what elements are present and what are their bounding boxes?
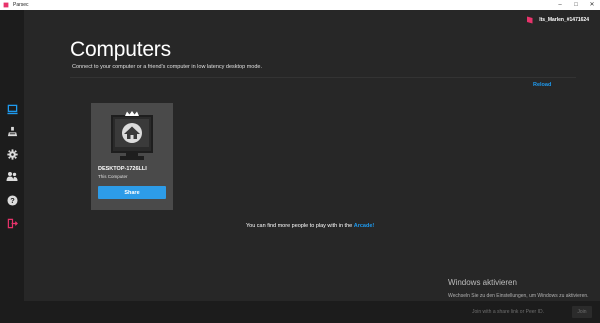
svg-text:?: ? <box>10 195 15 204</box>
logout-icon <box>7 218 18 228</box>
computer-icon <box>6 104 18 114</box>
sidebar-item-logout[interactable] <box>4 215 20 231</box>
page-title: Computers <box>70 38 171 61</box>
avatar <box>527 16 533 24</box>
sidebar-item-settings[interactable] <box>4 146 20 162</box>
close-icon[interactable]: ✕ <box>584 0 600 10</box>
computer-name: DESKTOP-1726LLI <box>98 166 147 172</box>
user-menu[interactable]: Its_Marlen_#1471624 <box>526 16 589 24</box>
arcade-note-text: You can find more people to play with in… <box>246 223 354 229</box>
username: Its_Marlen_#1471624 <box>539 17 589 23</box>
window-controls: – □ ✕ <box>552 0 600 10</box>
share-button[interactable]: Share <box>98 186 166 199</box>
page-subtitle: Connect to your computer or a friend's c… <box>72 64 262 70</box>
computer-status: This Computer <box>98 174 128 179</box>
join-bar: Join <box>24 301 600 323</box>
arcade-note: You can find more people to play with in… <box>246 223 374 229</box>
gear-icon <box>6 148 18 160</box>
maximize-icon[interactable]: □ <box>568 0 584 10</box>
windows-activation-title: Windows aktivieren <box>448 278 517 287</box>
reload-button[interactable]: Reload <box>533 82 551 88</box>
main-content: Its_Marlen_#1471624 Computers Connect to… <box>24 10 600 323</box>
computer-card: DESKTOP-1726LLI This Computer Share <box>91 103 173 210</box>
window-title: Parsec <box>13 2 29 8</box>
sidebar: ? <box>0 10 24 323</box>
join-input[interactable] <box>448 306 568 318</box>
parsec-logo-icon <box>3 2 9 8</box>
sidebar-item-computers[interactable] <box>4 101 20 117</box>
arcade-icon <box>7 126 17 136</box>
join-button[interactable]: Join <box>572 306 592 318</box>
sidebar-item-arcade[interactable] <box>4 123 20 139</box>
sidebar-item-friends[interactable] <box>4 168 20 184</box>
sidebar-item-help[interactable]: ? <box>4 192 20 208</box>
window-titlebar: Parsec – □ ✕ <box>0 0 600 10</box>
arcade-link[interactable]: Arcade! <box>354 223 374 229</box>
monitor-icon <box>111 111 153 160</box>
minimize-icon[interactable]: – <box>552 0 568 10</box>
help-icon: ? <box>6 194 18 206</box>
windows-activation-subtitle: Wechseln Sie zu den Einstellungen, um Wi… <box>448 293 589 299</box>
divider <box>70 77 576 78</box>
friends-icon <box>6 171 18 181</box>
